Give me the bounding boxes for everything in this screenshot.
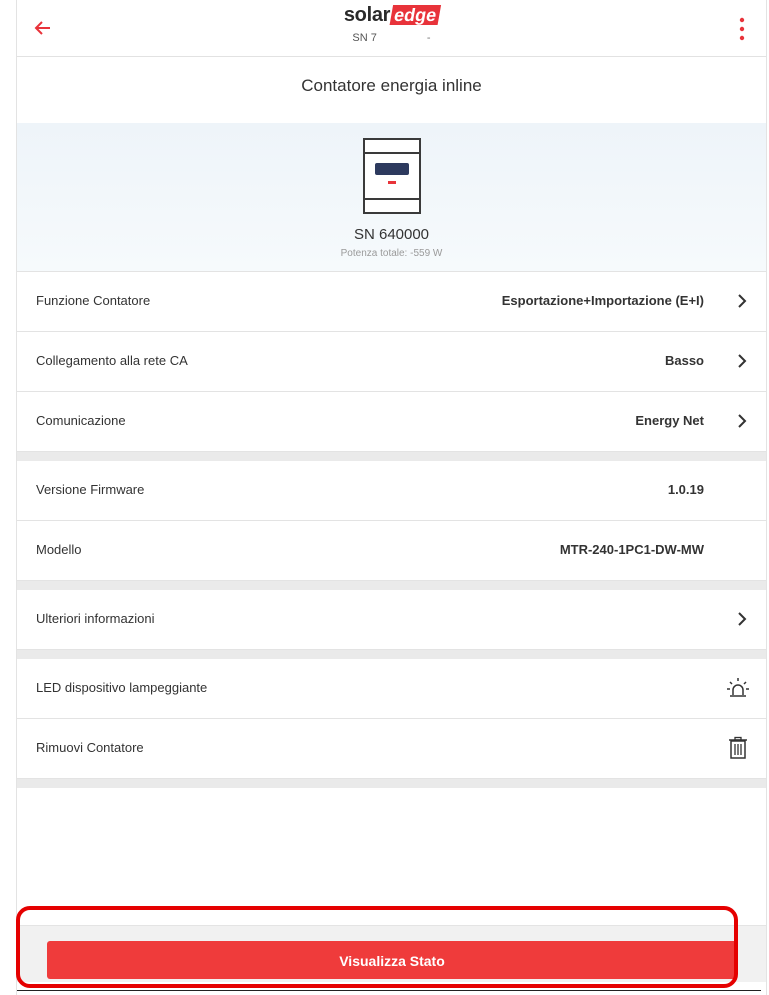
row-value: Esportazione+Importazione (E+I) [501, 293, 704, 308]
row-value: 1.0.19 [667, 482, 704, 497]
chevron-right-icon [738, 612, 747, 626]
row-value: Basso [664, 353, 704, 368]
section-separator [17, 779, 766, 788]
row-comunicazione[interactable]: Comunicazione Energy Net [17, 392, 766, 452]
row-label: Rimuovi Contatore [36, 740, 144, 755]
row-collegamento-rete[interactable]: Collegamento alla rete CA Basso [17, 332, 766, 392]
view-status-button[interactable]: Visualizza Stato [47, 941, 737, 979]
row-value: MTR-240-1PC1-DW-MW [559, 542, 704, 557]
row-led-lampeggiante[interactable]: LED dispositivo lampeggiante [17, 659, 766, 719]
chevron-right-icon [738, 294, 747, 308]
row-value: Energy Net [635, 413, 704, 428]
row-label: Comunicazione [36, 413, 126, 428]
siren-led-icon[interactable] [726, 676, 750, 700]
section-separator [17, 650, 766, 659]
kebab-menu-icon[interactable] [730, 14, 754, 44]
chevron-right-icon [738, 354, 747, 368]
logo-edge-text: edge [389, 5, 441, 25]
site-serial-dash: - [426, 32, 431, 44]
bottom-divider [17, 990, 761, 991]
trash-icon[interactable] [726, 736, 750, 760]
row-rimuovi-contatore[interactable]: Rimuovi Contatore [17, 719, 766, 779]
row-ulteriori-informazioni[interactable]: Ulteriori informazioni [17, 590, 766, 650]
row-label: Collegamento alla rete CA [36, 353, 188, 368]
app-screen: solar edge SN 7 - Contatore energia inline… [16, 0, 767, 995]
logo-solar-text: solar [343, 4, 391, 26]
row-label: Modello [36, 542, 82, 557]
row-label: LED dispositivo lampeggiante [36, 680, 208, 695]
device-total-power: Potenza totale: -559 W [340, 248, 443, 259]
device-card: SN 640000 Potenza totale: -559 W [17, 123, 766, 272]
chevron-right-icon [738, 414, 747, 428]
row-label: Versione Firmware [36, 482, 145, 497]
row-modello: Modello MTR-240-1PC1-DW-MW [17, 521, 766, 581]
row-label: Ulteriori informazioni [36, 611, 155, 626]
page-title: Contatore energia inline [17, 56, 766, 124]
section-separator [17, 452, 766, 461]
top-bar: solar edge SN 7 - [17, 0, 766, 57]
row-versione-firmware: Versione Firmware 1.0.19 [17, 461, 766, 521]
row-label: Funzione Contatore [36, 293, 151, 308]
site-serial: SN 7 - [352, 32, 430, 44]
solaredge-logo: solar edge [343, 4, 441, 30]
site-serial-number: SN 7 [352, 32, 377, 44]
section-separator [17, 581, 766, 590]
arrow-left-icon[interactable] [29, 14, 57, 42]
row-funzione-contatore[interactable]: Funzione Contatore Esportazione+Importaz… [17, 272, 766, 332]
meter-device-icon [363, 138, 421, 214]
bottom-action-bar: Visualizza Stato [17, 925, 766, 982]
device-serial: SN 640000 [353, 226, 430, 243]
